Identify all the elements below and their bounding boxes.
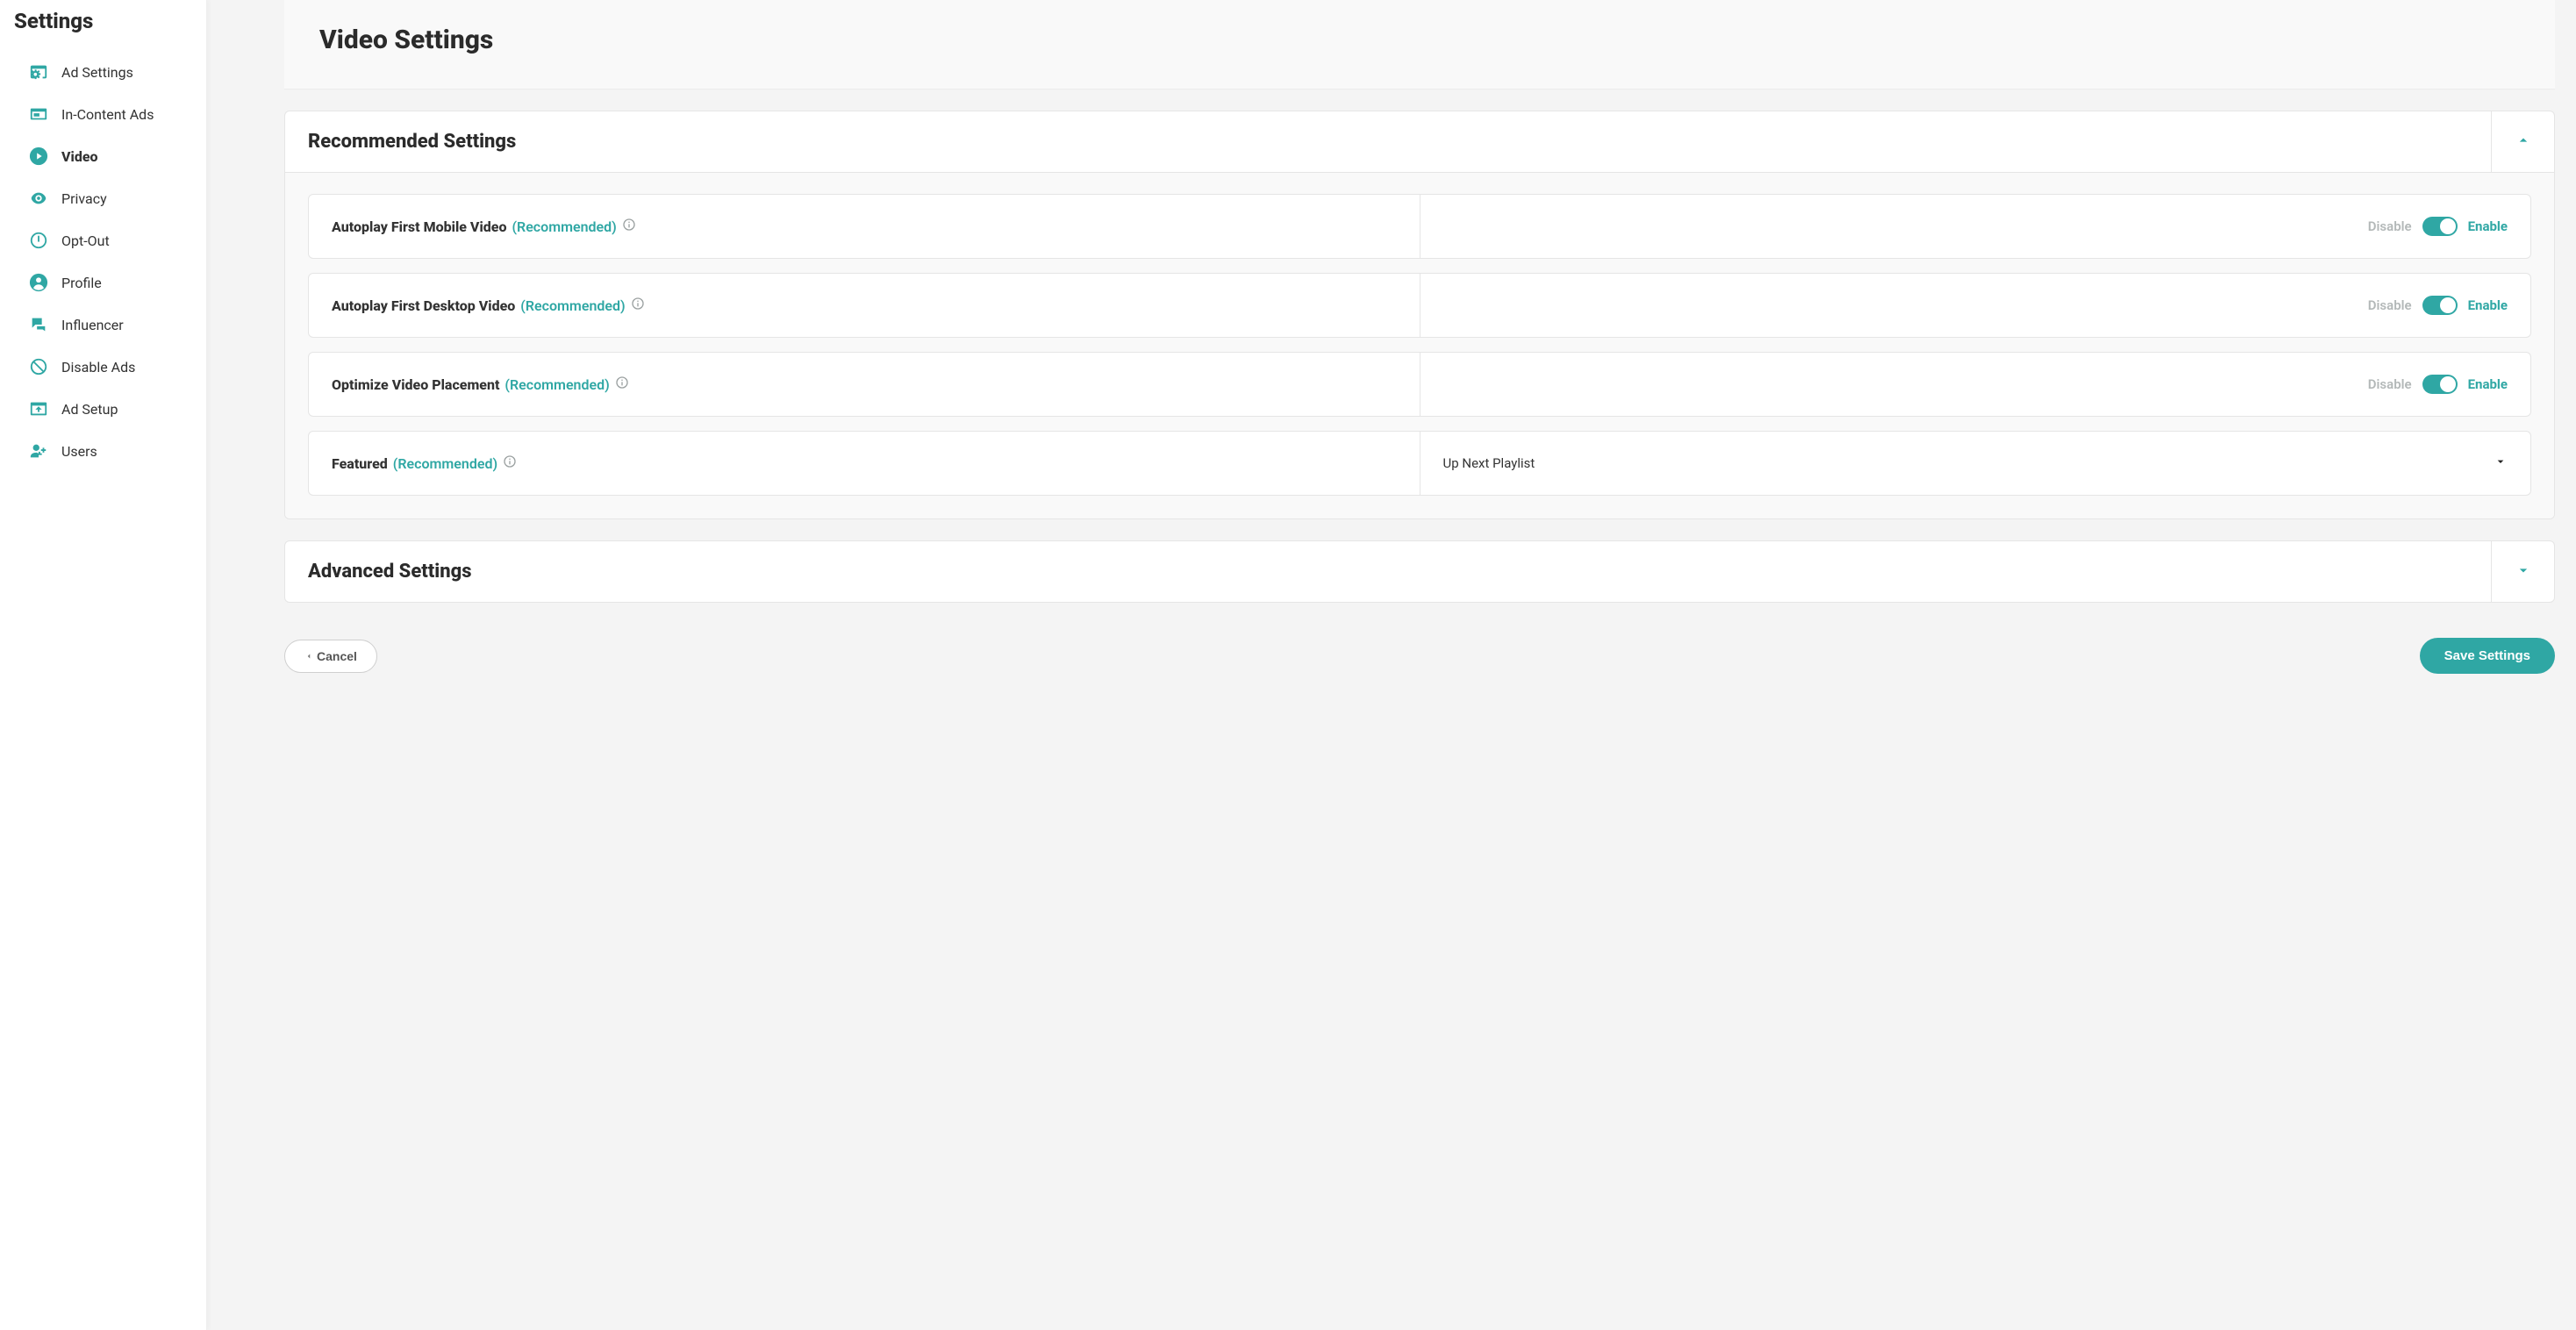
select-value: Up Next Playlist [1443,455,1535,471]
enable-label: Enable [2468,376,2508,392]
panel-header-recommended[interactable]: Recommended Settings [285,111,2554,172]
ad-setup-icon [28,398,49,419]
info-icon[interactable] [615,375,629,393]
app-root: Settings Ad Settings In-Content Ads Vide… [0,0,2576,1330]
panel-expand-button[interactable] [2491,541,2554,602]
disable-label: Disable [2368,218,2412,234]
setting-label-area: Autoplay First Mobile Video (Recommended… [309,195,1420,258]
recommended-tag: (Recommended) [512,218,616,235]
info-icon[interactable] [503,454,517,472]
cancel-label: Cancel [317,649,357,663]
disable-label: Disable [2368,376,2412,392]
sidebar-item-label: Video [61,148,190,165]
disable-label: Disable [2368,297,2412,313]
sidebar-item-label: Privacy [61,190,190,207]
sidebar-item-video[interactable]: Video [0,135,206,177]
enable-label: Enable [2468,297,2508,313]
info-icon[interactable] [631,297,645,314]
sidebar-item-influencer[interactable]: Influencer [0,304,206,346]
sidebar-item-label: Ad Setup [61,401,190,418]
setting-row-autoplay-desktop: Autoplay First Desktop Video (Recommende… [308,273,2531,338]
sidebar-item-label: Influencer [61,317,190,333]
sidebar-item-label: Users [61,443,190,460]
setting-row-featured: Featured (Recommended) Up Next Playlist [308,431,2531,496]
chevron-up-icon [2515,132,2532,153]
recommended-tag: (Recommended) [504,376,609,393]
setting-label-area: Optimize Video Placement (Recommended) [309,353,1420,416]
page-header: Video Settings [284,0,2555,89]
content: Recommended Settings Autoplay First Mobi… [284,89,2555,603]
sidebar-item-disable-ads[interactable]: Disable Ads [0,346,206,388]
toggle-autoplay-desktop[interactable] [2422,296,2458,315]
setting-control-area: Disable Enable [1420,195,2531,258]
profile-icon [28,272,49,293]
video-icon [28,146,49,167]
privacy-icon [28,188,49,209]
setting-control-area: Up Next Playlist [1420,432,2531,495]
enable-label: Enable [2468,218,2508,234]
panel-title: Advanced Settings [285,541,2491,602]
featured-select[interactable]: Up Next Playlist [1443,454,2508,472]
sidebar-item-label: Opt-Out [61,232,190,249]
save-button[interactable]: Save Settings [2420,638,2555,674]
setting-control-area: Disable Enable [1420,274,2531,337]
setting-control-area: Disable Enable [1420,353,2531,416]
panel-title: Recommended Settings [285,111,2491,172]
main-area: Video Settings Recommended Settings [207,0,2576,1330]
setting-row-autoplay-mobile: Autoplay First Mobile Video (Recommended… [308,194,2531,259]
sidebar-item-label: In-Content Ads [61,106,190,123]
panel-advanced-settings: Advanced Settings [284,540,2555,603]
opt-out-icon [28,230,49,251]
setting-title: Autoplay First Desktop Video [332,297,515,314]
panel-recommended-settings: Recommended Settings Autoplay First Mobi… [284,111,2555,519]
influencer-icon [28,314,49,335]
users-icon [28,440,49,461]
setting-row-optimize-placement: Optimize Video Placement (Recommended) D… [308,352,2531,417]
ad-settings-icon [28,61,49,82]
sidebar-item-profile[interactable]: Profile [0,261,206,304]
toggle-autoplay-mobile[interactable] [2422,217,2458,236]
disable-ads-icon [28,356,49,377]
sidebar-title: Settings [0,4,206,51]
caret-down-icon [2494,454,2508,472]
save-label: Save Settings [2444,648,2530,663]
setting-title: Autoplay First Mobile Video [332,218,506,235]
setting-label-area: Featured (Recommended) [309,432,1420,495]
info-icon[interactable] [622,218,636,235]
setting-title: Optimize Video Placement [332,376,499,393]
panel-header-advanced[interactable]: Advanced Settings [285,541,2554,602]
sidebar-item-label: Disable Ads [61,359,190,375]
sidebar-item-in-content-ads[interactable]: In-Content Ads [0,93,206,135]
panel-collapse-button[interactable] [2491,111,2554,172]
sidebar-item-ad-settings[interactable]: Ad Settings [0,51,206,93]
setting-label-area: Autoplay First Desktop Video (Recommende… [309,274,1420,337]
sidebar-item-label: Profile [61,275,190,291]
sidebar: Settings Ad Settings In-Content Ads Vide… [0,0,207,1330]
sidebar-item-ad-setup[interactable]: Ad Setup [0,388,206,430]
setting-title: Featured [332,455,388,472]
cancel-button[interactable]: Cancel [284,640,377,673]
recommended-tag: (Recommended) [520,297,625,314]
sidebar-item-users[interactable]: Users [0,430,206,472]
in-content-ads-icon [28,104,49,125]
sidebar-item-label: Ad Settings [61,64,190,81]
sidebar-item-opt-out[interactable]: Opt-Out [0,219,206,261]
toggle-optimize-placement[interactable] [2422,375,2458,394]
chevron-left-icon [304,649,313,663]
actions-bar: Cancel Save Settings [284,638,2555,674]
panel-body-recommended: Autoplay First Mobile Video (Recommended… [285,172,2554,518]
sidebar-item-privacy[interactable]: Privacy [0,177,206,219]
recommended-tag: (Recommended) [393,455,497,472]
page-title: Video Settings [319,25,2520,55]
chevron-down-icon [2515,561,2532,583]
